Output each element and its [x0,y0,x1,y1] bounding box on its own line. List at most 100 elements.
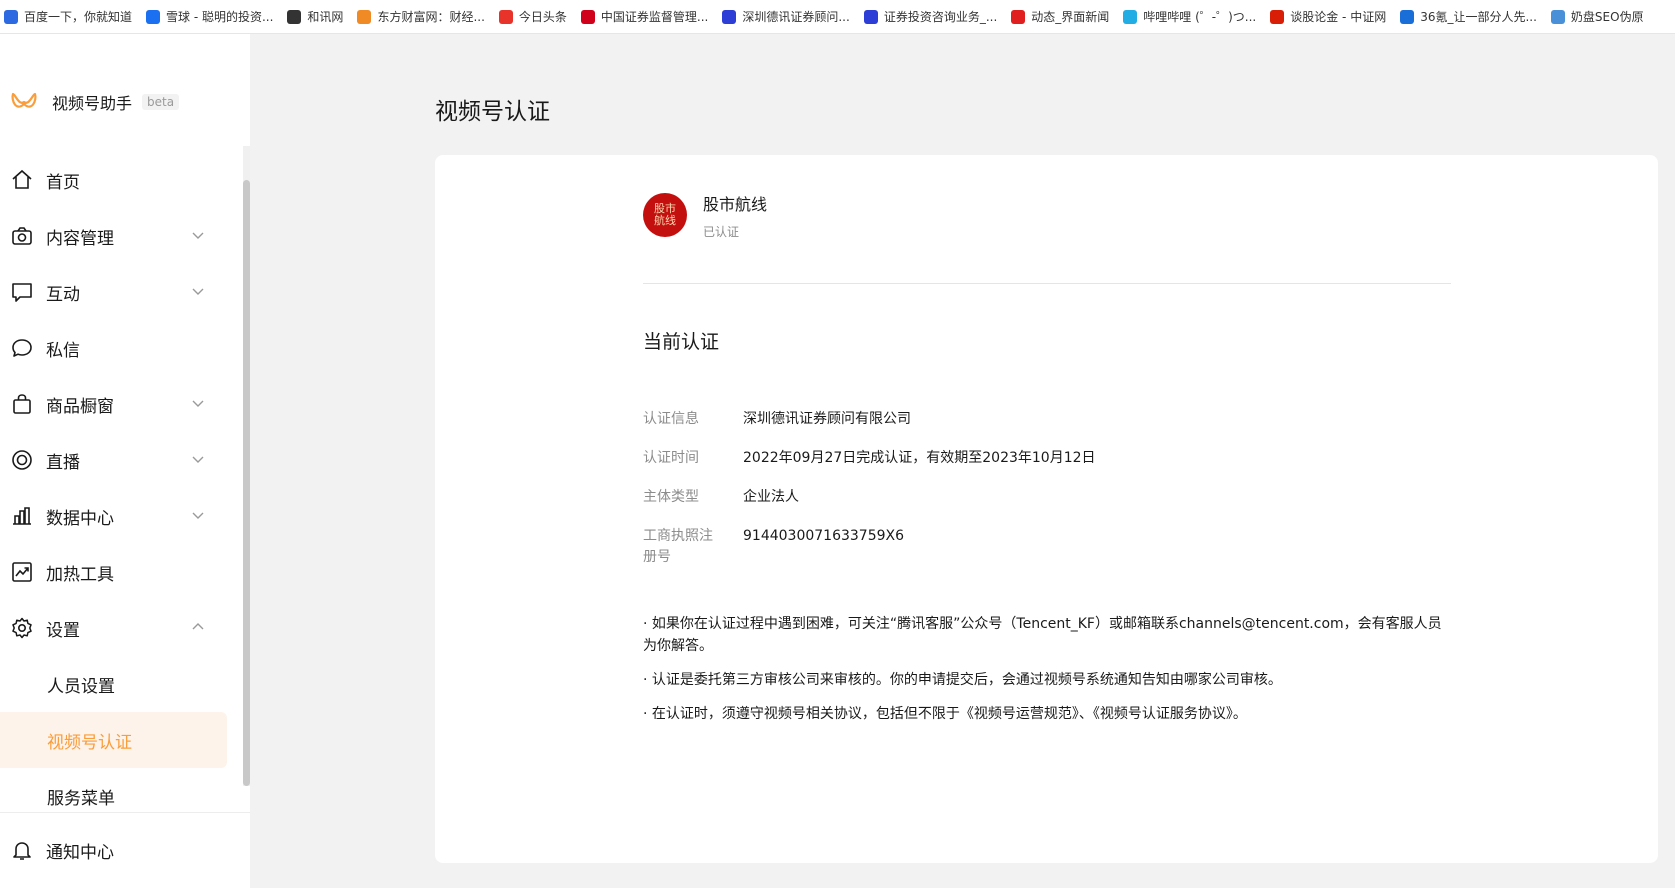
sidebar-item-interaction[interactable]: 互动 [0,264,227,320]
account-info: 股市航线 股市航线 已认证 [643,189,767,240]
trend-icon [12,562,32,582]
app-name: 视频号助手 [52,94,133,113]
info-value: 9144030071633759X6 [743,528,905,544]
card-divider [643,283,1451,284]
sidebar-item-notifications[interactable]: 通知中心 [0,822,227,878]
info-value: 2022年09月27日完成认证，有效期至2023年10月12日 [743,450,1096,466]
sidebar-item-messages[interactable]: 私信 [0,320,227,376]
info-value: 企业法人 [743,489,799,505]
verification-info: 认证信息 深圳德讯证券顾问有限公司 认证时间 2022年09月27日完成认证，有… [643,409,1443,586]
sidebar-subitem-personnel[interactable]: 人员设置 [0,656,227,712]
home-icon [12,169,32,189]
chevron-down-icon [192,232,204,239]
chevron-down-icon [192,400,204,407]
bookmark-label: 证券投资咨询业务_... [883,10,998,24]
bookmark-item[interactable]: 百度一下，你就知道 [0,0,142,33]
sidebar-item-label: 私信 [46,340,80,361]
bookmark-label: 中国证券监督管理... [600,10,709,24]
bookmark-item[interactable]: 东方财富网：财经... [353,0,494,33]
note-text: · 如果你在认证过程中遇到困难，可关注“腾讯客服”公众号（Tencent_KF）… [643,616,1442,654]
sidebar-item-label: 设置 [46,620,80,641]
36kr-icon [1400,9,1415,24]
sidebar-item-boost[interactable]: 加热工具 [0,544,227,600]
chevron-down-icon [192,288,204,295]
section-title: 当前认证 [643,331,720,353]
sidebar-item-label: 首页 [46,172,80,193]
bookmark-label: 雪球 - 聪明的投资... [166,10,274,24]
bookmark-item[interactable]: 和讯网 [283,0,353,33]
note-text: · 认证是委托第三方审核公司来审核的。你的申请提交后，会通过视频号系统通知告知由… [643,672,1282,688]
live-icon [12,450,32,470]
bookmark-item[interactable]: 哔哩哔哩 (゜-゜)つ... [1119,0,1266,33]
info-label: 工商执照注册号 [643,528,713,565]
info-value: 深圳德讯证券顾问有限公司 [743,411,911,427]
sidebar-item-label: 内容管理 [46,228,114,249]
bookmark-item[interactable]: 今日头条 [495,0,577,33]
bookmark-item[interactable]: 雪球 - 聪明的投资... [142,0,283,33]
baidu-paw-icon [722,9,737,24]
sidebar-scrollbar-thumb[interactable] [243,180,250,786]
sidebar-item-home[interactable]: 首页 [0,152,227,208]
bookmark-item[interactable]: 奶盘SEO伪原 [1547,0,1654,33]
sidebar-notify-area: 通知中心 [0,822,227,878]
verification-status: 已认证 [703,225,740,239]
note-text: · 在认证时，须遵守视频号相关协议，包括但不限于《视频号运营规范》、《视频号认证… [643,706,1247,722]
gear-icon [12,617,32,639]
chevron-down-icon [192,512,204,519]
bell-icon [13,842,31,860]
info-row: 认证信息 深圳德讯证券顾问有限公司 [643,409,1443,430]
bookmark-item[interactable]: 谈股论金 - 中证网 [1266,0,1396,33]
bookmark-label: 东方财富网：财经... [377,10,485,24]
sidebar-item-data-center[interactable]: 数据中心 [0,488,227,544]
sidebar-subitem-service-menu[interactable]: 服务菜单 [0,768,227,824]
toutiao-icon [498,9,513,24]
bookmark-item[interactable]: 36氪_让一部分人先... [1396,0,1547,33]
info-label: 认证信息 [643,411,699,427]
verification-notes: · 如果你在认证过程中遇到困难，可关注“腾讯客服”公众号（Tencent_KF）… [643,613,1451,737]
eastmoney-icon [357,9,372,24]
bookmark-label: 深圳德讯证券顾问... [742,10,850,24]
chevron-up-icon [192,623,204,630]
chevron-down-icon [192,456,204,463]
bookmark-item[interactable]: 深圳德讯证券顾问... [718,0,859,33]
baidu-paw-icon [863,9,878,24]
sidebar-item-content[interactable]: 内容管理 [0,208,227,264]
account-name: 股市航线 [703,195,768,214]
bar-chart-icon [13,507,31,525]
info-row: 工商执照注册号 9144030071633759X6 [643,526,1443,568]
verification-card: 股市航线 股市航线 已认证 当前认证 认证信息 深圳德讯证券顾问有限公司 认证时… [435,155,1658,863]
bookmark-item[interactable]: 中国证券监督管理... [577,0,718,33]
sidebar-item-label: 互动 [46,284,80,305]
sidebar-item-label: 人员设置 [47,676,115,697]
cs-icon [1270,9,1285,24]
csrc-icon [580,9,595,24]
naipan-icon [1550,9,1565,24]
sidebar-item-label: 数据中心 [46,508,114,529]
bookmark-label: 今日头条 [518,10,567,24]
sidebar-item-live[interactable]: 直播 [0,432,227,488]
bookmark-label: 36氪_让一部分人先... [1420,10,1537,24]
jiemian-icon [1011,9,1026,24]
bookmark-label: 奶盘SEO伪原 [1570,10,1644,24]
sidebar-divider [0,812,250,813]
app-logo[interactable]: 视频号助手 beta [10,90,180,114]
sidebar-subitem-verification[interactable]: 视频号认证 [0,712,227,768]
bookmark-label: 动态_界面新闻 [1031,10,1110,24]
bookmark-label: 谈股论金 - 中证网 [1290,10,1387,24]
page-title: 视频号认证 [435,99,550,125]
hexun-icon [287,9,302,24]
info-label: 主体类型 [643,489,699,505]
xueqiu-icon [146,9,161,24]
shopping-bag-icon [13,394,31,414]
channels-logo-icon [11,92,37,108]
sidebar-item-showcase[interactable]: 商品橱窗 [0,376,227,432]
sidebar-item-label: 视频号认证 [47,732,132,753]
sidebar-item-label: 加热工具 [46,564,114,585]
bookmark-item[interactable]: 动态_界面新闻 [1007,0,1119,33]
info-row: 认证时间 2022年09月27日完成认证，有效期至2023年10月12日 [643,448,1443,469]
bookmark-label: 和讯网 [307,10,344,24]
bookmark-item[interactable]: 证券投资咨询业务_... [860,0,1007,33]
sidebar-item-settings[interactable]: 设置 [0,600,227,656]
bookmarks-bar: 百度一下，你就知道 雪球 - 聪明的投资... 和讯网 东方财富网：财经... 今日头条… [0,0,1675,34]
baidu-icon [4,9,18,24]
